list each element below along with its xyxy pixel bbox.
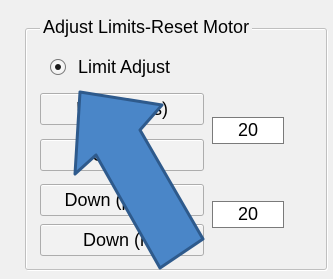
up-10-button[interactable]: Up (10) bbox=[40, 139, 204, 171]
down-m-button[interactable]: Down (m) bbox=[40, 224, 204, 256]
down-value-field[interactable] bbox=[212, 201, 284, 228]
groupbox-title: Adjust Limits-Reset Motor bbox=[40, 16, 253, 38]
up-value-field[interactable] bbox=[212, 117, 284, 144]
limit-adjust-label: Limit Adjust bbox=[78, 57, 171, 77]
limit-adjust-radio[interactable]: Limit Adjust bbox=[50, 56, 170, 78]
radio-selected-dot bbox=[55, 64, 61, 70]
down-pulses-button[interactable]: Down (pulses) bbox=[40, 184, 204, 216]
up-pulses-button[interactable]: Up (pulses) bbox=[40, 93, 204, 125]
radio-button-icon[interactable] bbox=[50, 59, 66, 75]
